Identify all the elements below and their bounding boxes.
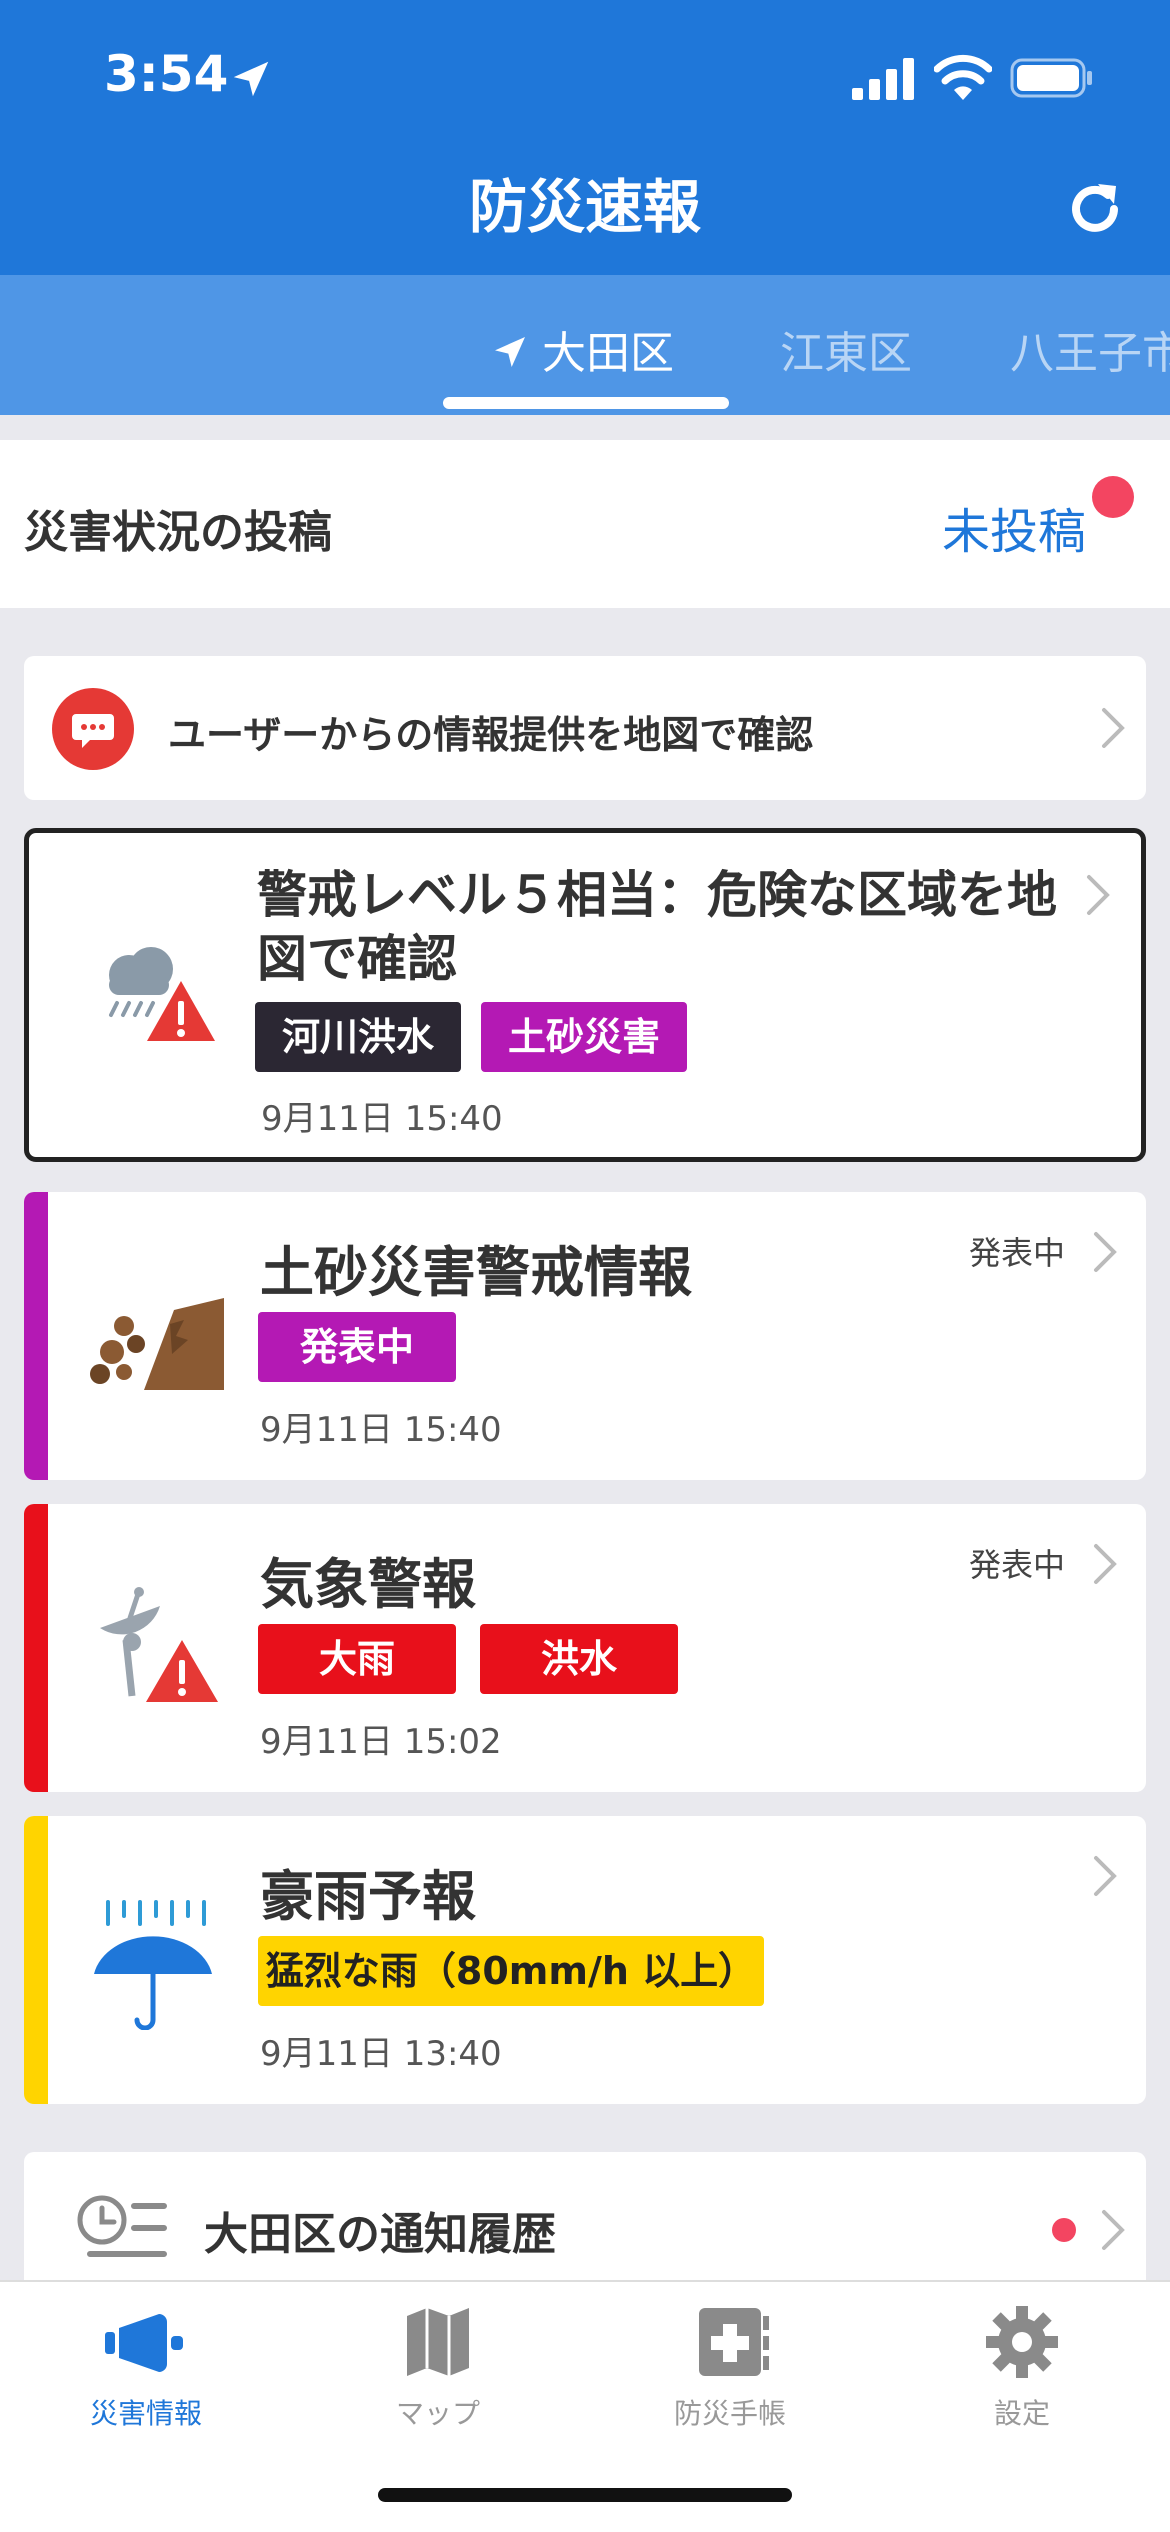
tab-region-hachioji[interactable]: 八王子市 — [1010, 317, 1170, 381]
nav-label: 設定 — [993, 2397, 1050, 2430]
tab-label: 江東区 — [780, 328, 912, 379]
home-indicator — [378, 2488, 792, 2502]
chevron-right-icon — [1100, 2208, 1126, 2252]
landslide-date: 9月11日 15:40 — [260, 1410, 502, 1450]
post-label: 災害状況の投稿 — [24, 507, 332, 558]
heavy-rain-forecast-card[interactable]: 豪雨予報 猛烈な雨（80mm/h 以上） 9月11日 13:40 — [24, 1816, 1146, 2104]
page-title: 防災速報 — [468, 173, 701, 241]
radar-warning-icon — [100, 1587, 218, 1702]
chevron-right-icon — [1100, 706, 1126, 750]
nav-label: 防災手帳 — [673, 2397, 786, 2430]
nav-map[interactable]: マップ — [308, 2302, 568, 2432]
battery-icon — [1010, 58, 1092, 98]
tag-landslide: 土砂災害 — [481, 1002, 687, 1072]
notification-dot — [1092, 476, 1134, 518]
tag-extreme-rain: 猛烈な雨（80mm/h 以上） — [258, 1936, 764, 2006]
chevron-right-icon — [1092, 1230, 1118, 1274]
chat-bubble-icon — [52, 688, 134, 770]
history-label: 大田区の通知履歴 — [204, 2209, 556, 2260]
tag-river-flood: 河川洪水 — [255, 1002, 461, 1072]
umbrella-rain-icon — [94, 1900, 212, 2030]
post-status-link[interactable]: 未投稿 — [942, 492, 1086, 562]
region-tabs: 大田区 江東区 八王子市 — [0, 275, 1170, 415]
chevron-right-icon — [1085, 873, 1111, 917]
cellular-signal-icon — [852, 58, 914, 100]
accent-bar — [24, 1504, 48, 1792]
weather-warning-card[interactable]: 気象警報 発表中 大雨 洪水 9月11日 15:02 — [24, 1504, 1146, 1792]
landslide-title: 土砂災害警戒情報 — [260, 1241, 692, 1304]
weather-warning-date: 9月11日 15:02 — [260, 1722, 502, 1762]
megaphone-icon — [105, 2314, 183, 2372]
tab-label: 大田区 — [542, 328, 674, 379]
status-label: 発表中 — [969, 1234, 1066, 1272]
user-info-map-card[interactable]: ユーザーからの情報提供を地図で確認 — [24, 656, 1146, 800]
gear-icon — [986, 2306, 1058, 2378]
user-info-text: ユーザーからの情報提供を地図で確認 — [168, 713, 814, 757]
map-icon — [407, 2308, 469, 2376]
rain-warning-icon — [109, 947, 215, 1041]
landslide-warning-card[interactable]: 土砂災害警戒情報 発表中 発表中 9月11日 15:40 — [24, 1192, 1146, 1480]
location-arrow-icon — [495, 337, 525, 367]
accent-bar — [24, 1816, 48, 2104]
status-bar: 3:54 — [0, 0, 1170, 150]
tab-active-indicator — [443, 397, 729, 409]
alert-title: 警戒レベル５相当：危険な区域を地図で確認 — [257, 866, 1057, 988]
alert-date: 9月11日 15:40 — [261, 1099, 503, 1139]
app-header: 3:54 防災速報 — [0, 0, 1170, 275]
nav-label: 災害情報 — [89, 2397, 202, 2430]
tag-issued: 発表中 — [258, 1312, 456, 1382]
history-list-icon — [77, 2195, 167, 2257]
weather-warning-title: 気象警報 — [260, 1553, 476, 1616]
status-time: 3:54 — [104, 45, 229, 103]
heavy-rain-title: 豪雨予報 — [260, 1865, 476, 1928]
location-arrow-icon — [233, 61, 269, 97]
nav-notebook[interactable]: 防災手帳 — [600, 2302, 860, 2432]
nav-settings[interactable]: 設定 — [892, 2302, 1152, 2432]
notebook-icon — [699, 2308, 769, 2376]
chevron-right-icon — [1092, 1542, 1118, 1586]
nav-label: マップ — [395, 2397, 480, 2430]
nav-disaster-info[interactable]: 災害情報 — [16, 2302, 276, 2432]
chevron-right-icon — [1092, 1854, 1118, 1898]
refresh-icon[interactable] — [1064, 178, 1126, 240]
tab-region-ota[interactable]: 大田区 — [490, 317, 674, 381]
disaster-post-row[interactable]: 災害状況の投稿 未投稿 — [0, 440, 1170, 608]
landslide-icon — [90, 1298, 224, 1390]
heavy-rain-date: 9月11日 13:40 — [260, 2034, 502, 2074]
tab-region-koto[interactable]: 江東区 — [780, 317, 912, 381]
status-label: 発表中 — [969, 1546, 1066, 1584]
tag-heavy-rain: 大雨 — [258, 1624, 456, 1694]
accent-bar — [24, 1192, 48, 1480]
level5-alert-card[interactable]: 警戒レベル５相当：危険な区域を地図で確認 河川洪水 土砂災害 9月11日 15:… — [24, 828, 1146, 1162]
wifi-icon — [934, 54, 992, 100]
notification-dot — [1052, 2218, 1076, 2242]
tab-label: 八王子市 — [1010, 328, 1170, 379]
tag-flood: 洪水 — [480, 1624, 678, 1694]
